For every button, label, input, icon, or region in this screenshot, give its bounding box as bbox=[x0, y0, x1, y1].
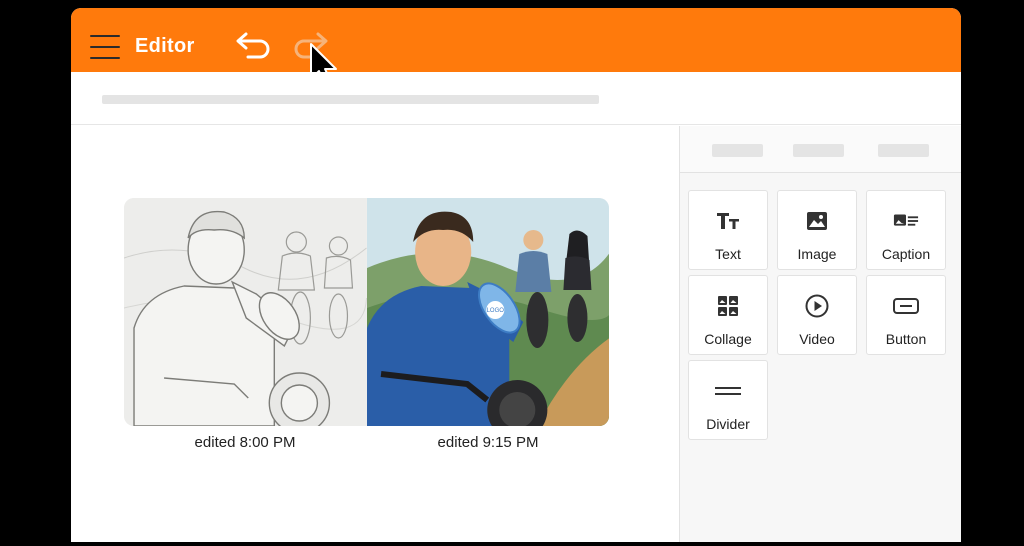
sidebar-tabs bbox=[680, 126, 961, 173]
button-icon bbox=[893, 293, 919, 319]
block-divider[interactable]: Divider bbox=[688, 360, 768, 440]
after-caption: edited 9:15 PM bbox=[437, 434, 539, 451]
editor-window: Editor LOGO edited 8:00 PM edited 9:15 P… bbox=[71, 8, 961, 542]
url-bar[interactable] bbox=[71, 72, 961, 125]
block-text[interactable]: Text bbox=[688, 190, 768, 270]
top-toolbar: Editor bbox=[71, 8, 961, 86]
undo-arrow-icon[interactable] bbox=[234, 31, 272, 59]
blocks-sidebar: Text Image Caption Collage Video Button … bbox=[679, 126, 961, 542]
block-label: Image bbox=[797, 246, 837, 262]
caption-icon bbox=[893, 208, 919, 234]
divider-icon bbox=[715, 378, 741, 404]
block-label: Video bbox=[799, 331, 835, 347]
block-label: Caption bbox=[881, 246, 931, 262]
editor-canvas[interactable]: LOGO edited 8:00 PM edited 9:15 PM bbox=[71, 126, 679, 542]
block-label: Collage bbox=[704, 331, 752, 347]
block-collage[interactable]: Collage bbox=[688, 275, 768, 355]
before-after-image[interactable]: LOGO bbox=[124, 198, 609, 426]
url-placeholder bbox=[102, 95, 599, 104]
block-button[interactable]: Button bbox=[866, 275, 946, 355]
block-image[interactable]: Image bbox=[777, 190, 857, 270]
block-label: Divider bbox=[706, 416, 750, 432]
collage-icon bbox=[715, 293, 741, 319]
app-title: Editor bbox=[135, 35, 195, 57]
before-caption: edited 8:00 PM bbox=[194, 434, 296, 451]
text-size-icon bbox=[715, 208, 741, 234]
sketch-image bbox=[124, 198, 367, 426]
block-label: Text bbox=[715, 246, 741, 262]
sidebar-tab-3[interactable] bbox=[878, 144, 929, 157]
color-illustration-image: LOGO bbox=[366, 198, 609, 426]
block-video[interactable]: Video bbox=[777, 275, 857, 355]
play-circle-icon bbox=[804, 293, 830, 319]
hamburger-menu-icon[interactable] bbox=[90, 35, 120, 59]
bottle-logo-text: LOGO bbox=[486, 308, 504, 314]
sidebar-tab-1[interactable] bbox=[712, 144, 763, 157]
block-label: Button bbox=[885, 331, 927, 347]
image-icon bbox=[804, 208, 830, 234]
block-caption[interactable]: Caption bbox=[866, 190, 946, 270]
sidebar-tab-2[interactable] bbox=[793, 144, 844, 157]
